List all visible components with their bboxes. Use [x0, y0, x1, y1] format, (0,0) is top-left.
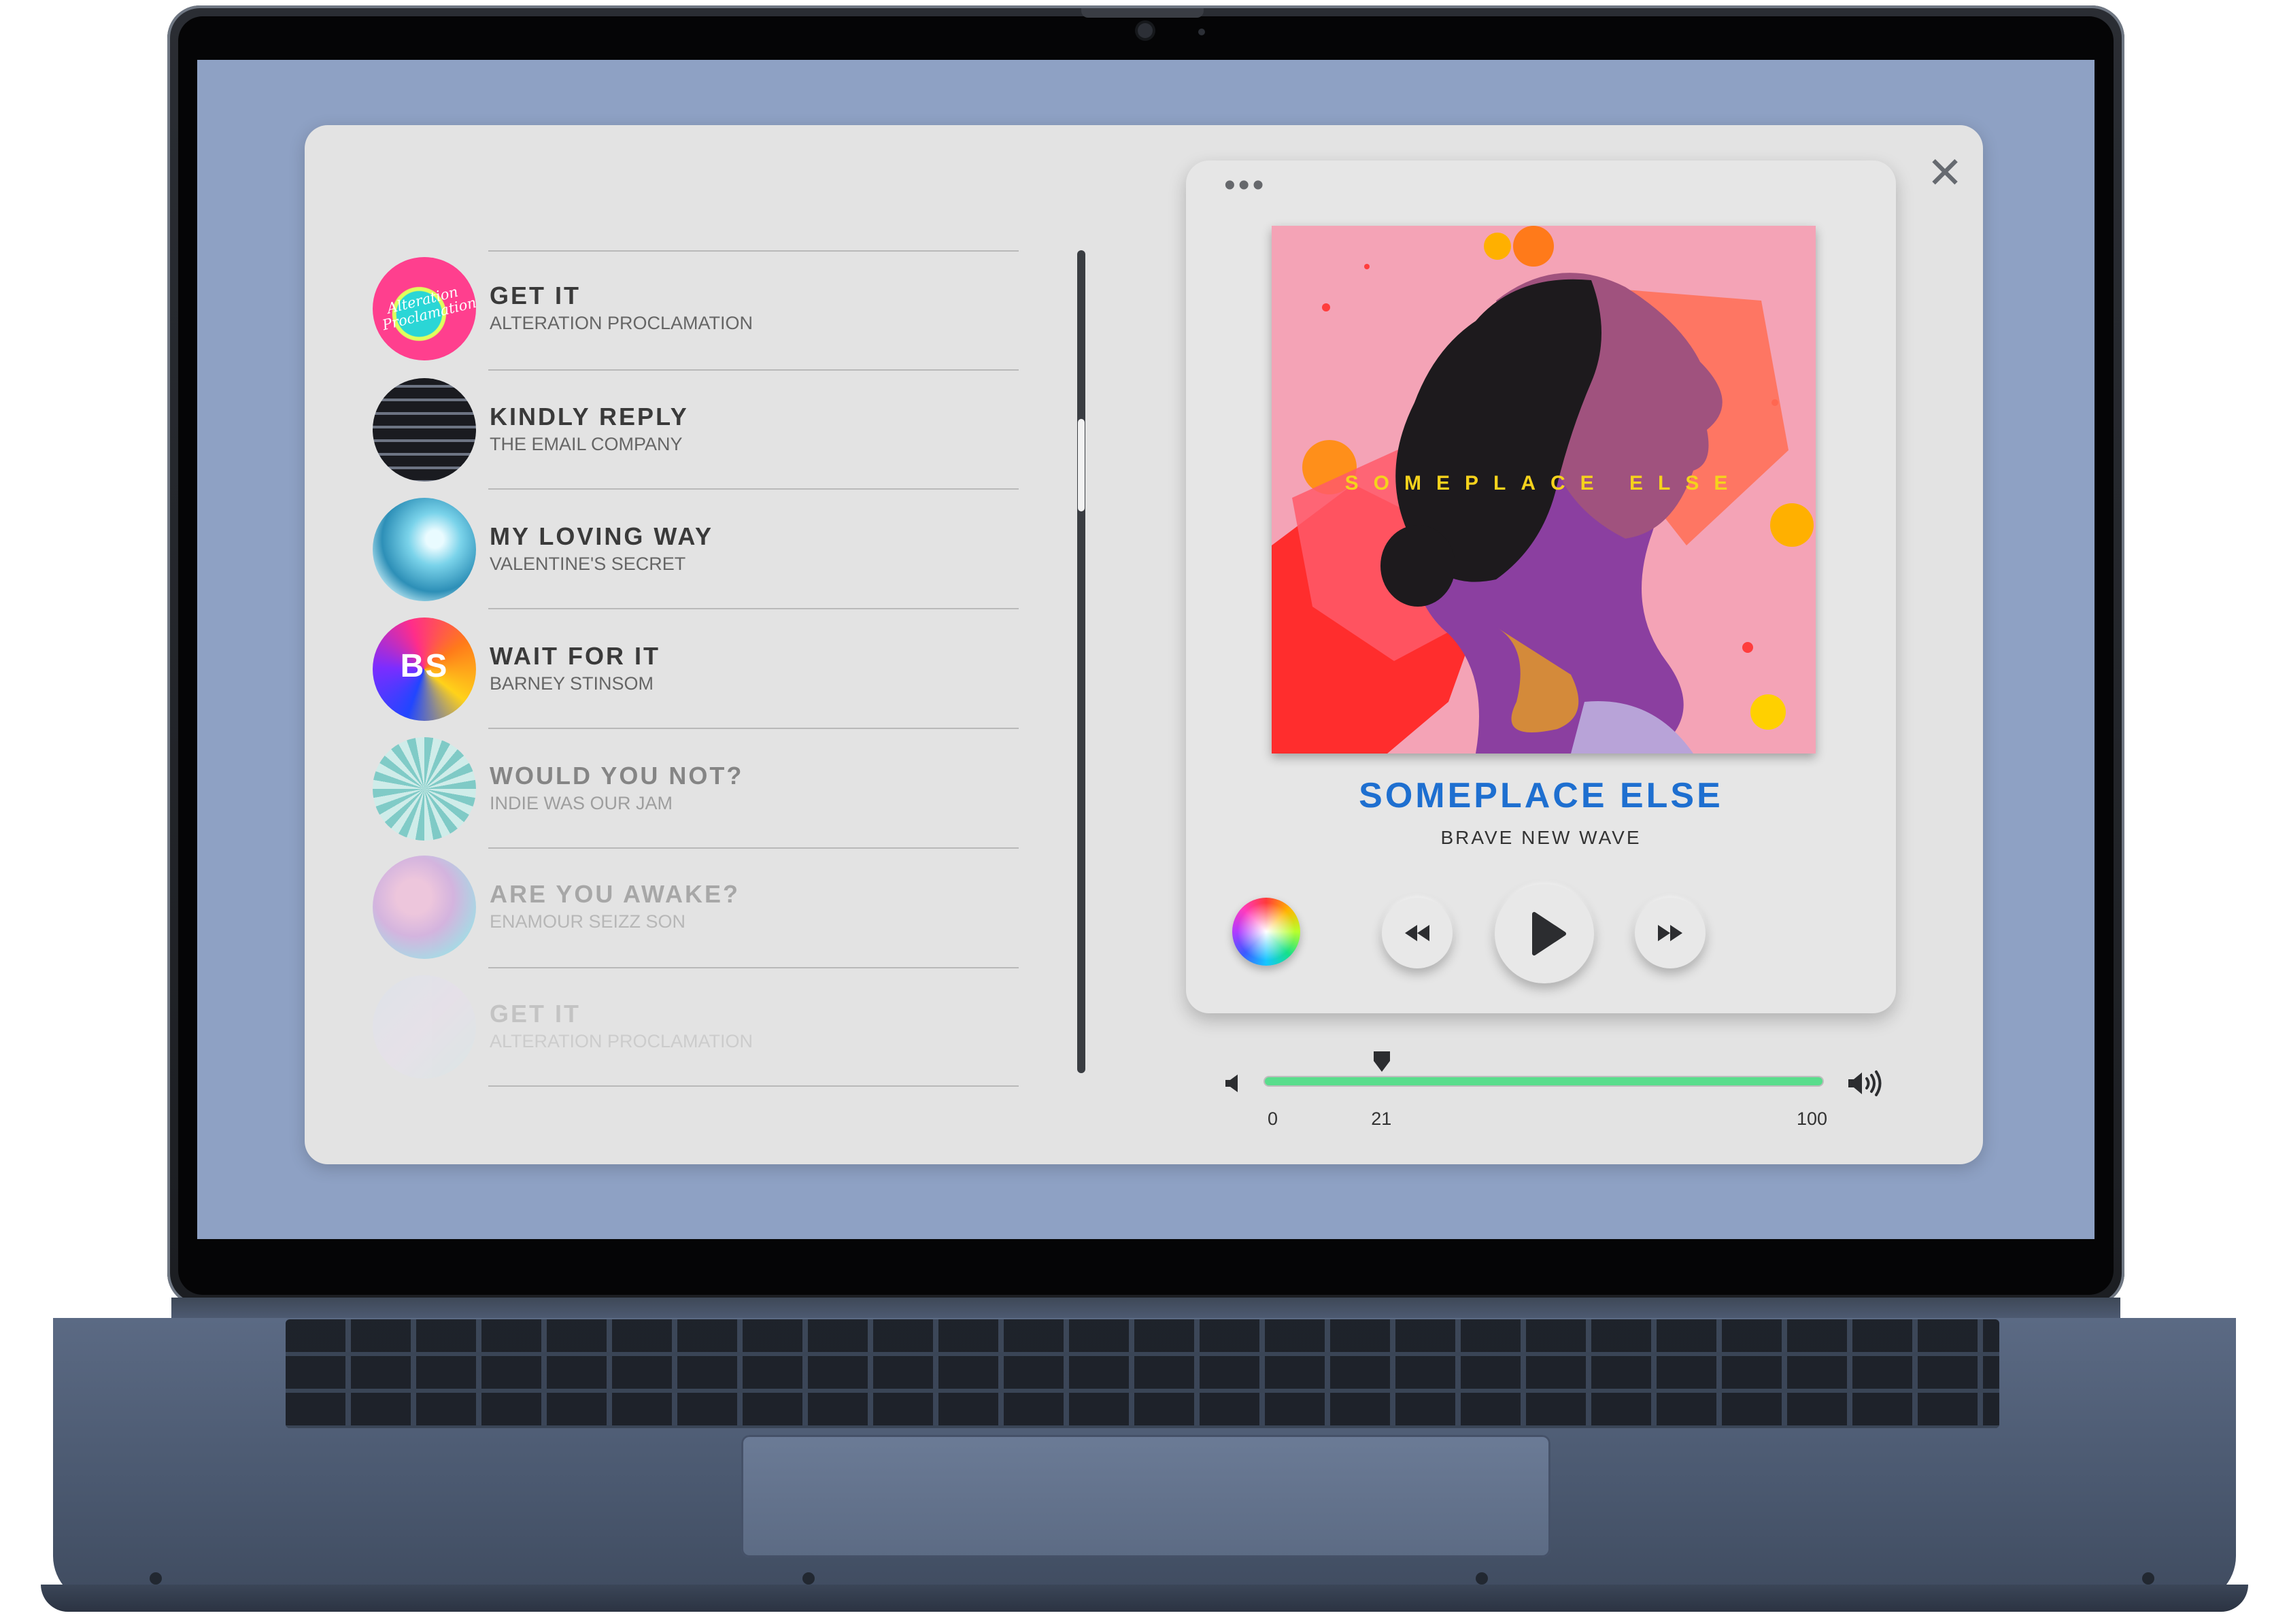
track-title: KINDLY REPLY	[490, 403, 689, 430]
screen: ✕ Alteration Proclamation GET IT ALTERAT…	[197, 60, 2095, 1239]
album-art-icon: BS	[373, 618, 476, 721]
album-art-icon	[373, 498, 476, 601]
track-artist: ENAMOUR SEIZZ SON	[490, 911, 686, 932]
play-button[interactable]	[1495, 884, 1594, 983]
list-divider	[488, 608, 1019, 609]
track-artist: INDIE WAS OUR JAM	[490, 793, 673, 813]
track-artist: ALTERATION PROCLAMATION	[490, 313, 753, 333]
fast-forward-button[interactable]	[1635, 898, 1706, 968]
track-title: GET IT	[490, 1000, 581, 1028]
album-art-icon	[373, 378, 476, 481]
now-playing-title: SOMEPLACE ELSE	[1359, 776, 1723, 815]
track-title: MY LOVING WAY	[490, 522, 714, 550]
camera-sensor	[1198, 29, 1205, 35]
volume-low-icon[interactable]	[1221, 1071, 1246, 1096]
list-divider	[488, 847, 1019, 849]
volume-high-icon[interactable]	[1846, 1069, 1886, 1098]
deck-screw	[802, 1572, 815, 1585]
play-icon	[1532, 912, 1566, 955]
track-item[interactable]: KINDLY REPLY THE EMAIL COMPANY	[373, 378, 985, 487]
deck-screw	[1476, 1572, 1488, 1585]
volume-slider-handle[interactable]	[1372, 1050, 1391, 1073]
rewind-icon	[1405, 925, 1429, 941]
volume-slider[interactable]	[1265, 1077, 1822, 1085]
album-art-initials: BS	[400, 648, 449, 684]
touchpad	[741, 1435, 1550, 1557]
track-item[interactable]: ARE YOU AWAKE? ENAMOUR SEIZZ SON	[373, 856, 985, 964]
album-cover-art: SOMEPLACE ELSE	[1272, 226, 1816, 754]
list-divider	[488, 488, 1019, 490]
album-art-icon	[373, 975, 476, 1079]
album-art-icon	[373, 856, 476, 959]
track-artist: VALENTINE'S SECRET	[490, 554, 686, 574]
deck-screw	[2142, 1572, 2154, 1585]
track-title: GET IT	[490, 282, 581, 309]
track-artist: BARNEY STINSOM	[490, 673, 654, 694]
keyboard-rows	[286, 1319, 1999, 1428]
now-playing-artist: BRAVE NEW WAVE	[1440, 827, 1642, 848]
track-item[interactable]: MY LOVING WAY VALENTINE'S SECRET	[373, 498, 985, 607]
volume-value-label: 21	[1371, 1109, 1392, 1129]
rewind-button[interactable]	[1382, 898, 1453, 968]
webcam-icon	[1138, 23, 1153, 38]
more-dots-icon[interactable]: •••	[1224, 169, 1266, 202]
cover-title-text: SOMEPLACE ELSE	[1345, 472, 1743, 494]
list-divider	[488, 369, 1019, 371]
album-art-icon: Alteration Proclamation	[373, 257, 476, 360]
track-artist: ALTERATION PROCLAMATION	[490, 1031, 753, 1051]
camera-bar	[1081, 8, 1204, 18]
track-title: ARE YOU AWAKE?	[490, 880, 741, 908]
album-art-icon	[373, 737, 476, 841]
track-item[interactable]: Alteration Proclamation GET IT ALTERATIO…	[373, 257, 985, 366]
list-divider	[488, 728, 1019, 729]
deck-screw	[150, 1572, 162, 1585]
list-divider	[488, 967, 1019, 968]
track-item[interactable]: BS WAIT FOR IT BARNEY STINSOM	[373, 618, 985, 726]
track-title: WOULD YOU NOT?	[490, 762, 744, 790]
close-icon[interactable]: ✕	[1925, 151, 1965, 194]
volume-max-label: 100	[1797, 1109, 1828, 1129]
list-divider	[488, 250, 1019, 252]
album-cover: SOMEPLACE ELSE	[1272, 226, 1816, 754]
track-item[interactable]: WOULD YOU NOT? INDIE WAS OUR JAM	[373, 737, 985, 846]
fast-forward-icon	[1658, 925, 1682, 941]
color-wheel-icon[interactable]	[1232, 898, 1300, 966]
track-item[interactable]: GET IT ALTERATION PROCLAMATION	[373, 975, 985, 1084]
track-artist: THE EMAIL COMPANY	[490, 434, 683, 454]
scrollbar-thumb[interactable]	[1078, 419, 1085, 511]
track-title: WAIT FOR IT	[490, 642, 660, 670]
album-art-script: Alteration Proclamation	[380, 283, 476, 334]
list-divider	[488, 1085, 1019, 1087]
volume-min-label: 0	[1268, 1109, 1278, 1129]
deck-edge	[41, 1585, 2248, 1612]
list-scrollbar[interactable]	[1077, 250, 1085, 1073]
